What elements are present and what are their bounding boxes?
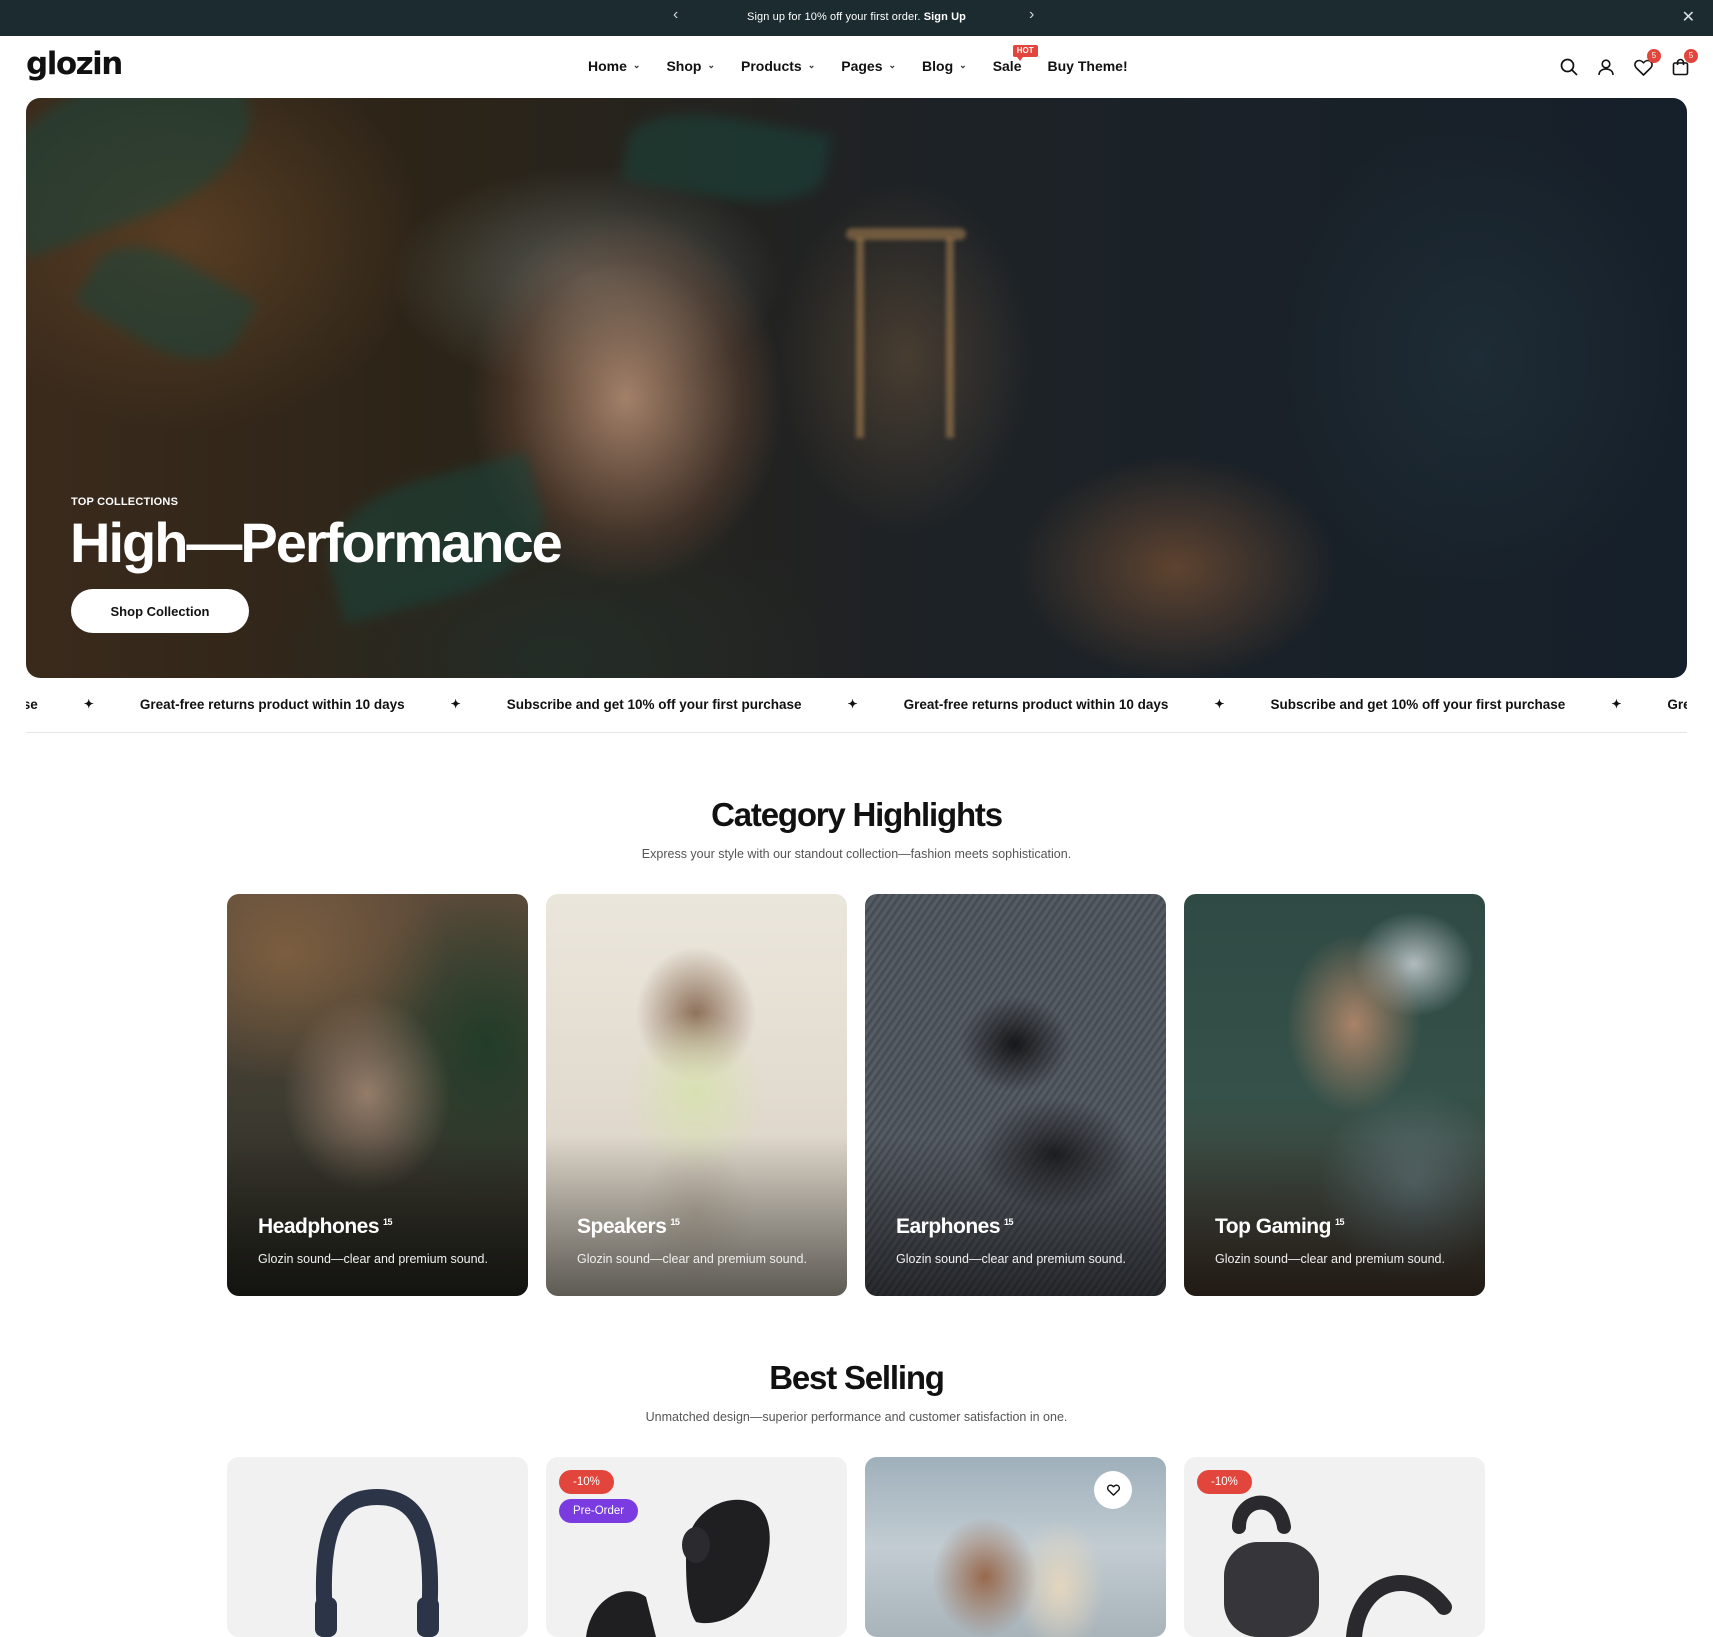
category-section-title: Category Highlights bbox=[711, 796, 1003, 833]
category-description: Glozin sound—clear and premium sound. bbox=[577, 1252, 807, 1266]
wishlist-icon[interactable]: 5 bbox=[1632, 49, 1661, 78]
product-card[interactable]: -10% Pre-Order bbox=[546, 1457, 847, 1637]
star-separator-icon: ✦ bbox=[450, 697, 461, 711]
site-header: glozin Home ⌄ Shop ⌄ Products ⌄ Pages ⌄ Blog… bbox=[0, 36, 1713, 98]
chevron-down-icon: ⌄ bbox=[807, 59, 816, 70]
category-count: 15 bbox=[1334, 1217, 1345, 1227]
preorder-badge: Pre-Order bbox=[559, 1499, 639, 1523]
category-card-earphones[interactable]: Earphones 15 Glozin sound—clear and premi… bbox=[865, 894, 1166, 1296]
nav-label: Shop bbox=[666, 58, 702, 74]
search-icon[interactable] bbox=[1558, 56, 1580, 78]
marquee-item: Subscribe and get 10% off your first pur… bbox=[506, 697, 802, 712]
category-description: Glozin sound—clear and premium sound. bbox=[258, 1252, 488, 1266]
category-name: Speakers 15 bbox=[577, 1215, 680, 1239]
marquee-item: Great-free returns product within 10 day… bbox=[139, 697, 405, 712]
discount-badge: -10% bbox=[559, 1470, 614, 1494]
nav-item-blog[interactable]: Blog ⌄ bbox=[922, 58, 967, 74]
nav-label: Blog bbox=[922, 58, 954, 74]
category-name: Headphones 15 bbox=[258, 1215, 393, 1239]
hot-badge: HOT bbox=[1012, 45, 1038, 61]
product-card[interactable]: -10% bbox=[1184, 1457, 1485, 1637]
announcement-next-button[interactable]: › bbox=[1029, 6, 1034, 24]
shop-collection-button[interactable]: Shop Collection bbox=[71, 589, 249, 633]
main-nav: Home ⌄ Shop ⌄ Products ⌄ Pages ⌄ Blog ⌄ Sale H… bbox=[588, 45, 1154, 74]
marquee-item: Grea bbox=[1667, 697, 1687, 712]
product-card[interactable] bbox=[865, 1457, 1166, 1637]
category-card-top-gaming[interactable]: Top Gaming 15 Glozin sound—clear and prem… bbox=[1184, 894, 1485, 1296]
category-count: 15 bbox=[383, 1217, 393, 1227]
category-section-subtitle: Express your style with our standout col… bbox=[641, 847, 1072, 861]
wishlist-count-badge: 5 bbox=[1647, 49, 1661, 63]
category-name: Earphones 15 bbox=[896, 1215, 1014, 1239]
nav-item-home[interactable]: Home ⌄ bbox=[588, 58, 640, 74]
category-name-text: Speakers bbox=[577, 1215, 667, 1238]
hero-eyebrow: TOP COLLECTIONS bbox=[71, 496, 179, 508]
announcement-message: Sign up for 10% off your first order. Si… bbox=[0, 11, 1713, 23]
signup-link[interactable]: Sign Up bbox=[924, 11, 966, 23]
best-selling-subtitle: Unmatched design—superior performance an… bbox=[645, 1410, 1068, 1424]
category-count: 15 bbox=[670, 1217, 680, 1227]
nav-item-products[interactable]: Products ⌄ bbox=[741, 58, 815, 74]
category-name-text: Headphones bbox=[258, 1215, 380, 1238]
stool-decoration bbox=[946, 238, 954, 438]
category-count: 15 bbox=[1004, 1217, 1014, 1227]
heart-icon[interactable] bbox=[1094, 1471, 1132, 1509]
product-card[interactable] bbox=[227, 1457, 528, 1637]
nav-item-shop[interactable]: Shop ⌄ bbox=[666, 58, 715, 74]
category-description: Glozin sound—clear and premium sound. bbox=[1215, 1252, 1445, 1266]
hero-banner: TOP COLLECTIONS High—Performance Shop Co… bbox=[26, 98, 1687, 678]
category-card-headphones[interactable]: Headphones 15 Glozin sound—clear and prem… bbox=[227, 894, 528, 1296]
announcement-text: Sign up for 10% off your first order. bbox=[747, 11, 921, 23]
cart-count-badge: 5 bbox=[1684, 49, 1698, 63]
nav-item-buy-theme[interactable]: Buy Theme! bbox=[1048, 58, 1128, 74]
marquee-track: urchase ✦ Great-free returns product wit… bbox=[26, 697, 1687, 712]
cart-icon[interactable]: 5 bbox=[1669, 49, 1698, 78]
nav-label: Products bbox=[741, 58, 802, 74]
chevron-down-icon: ⌄ bbox=[707, 59, 715, 70]
category-description: Glozin sound—clear and premium sound. bbox=[896, 1252, 1126, 1266]
leaf-decoration bbox=[26, 98, 273, 259]
star-separator-icon: ✦ bbox=[83, 697, 94, 711]
account-icon[interactable] bbox=[1595, 56, 1617, 78]
star-separator-icon: ✦ bbox=[1214, 697, 1225, 711]
nav-label: Pages bbox=[841, 58, 883, 74]
leaf-decoration bbox=[74, 224, 258, 382]
stool-decoration bbox=[856, 238, 864, 438]
category-name-text: Earphones bbox=[896, 1215, 1001, 1238]
leaf-decoration bbox=[620, 101, 832, 215]
chevron-down-icon: ⌄ bbox=[632, 59, 641, 70]
header-actions: 5 5 bbox=[1543, 49, 1698, 78]
announcement-close-button[interactable]: ✕ bbox=[1682, 7, 1695, 27]
nav-item-sale[interactable]: Sale HOT bbox=[993, 45, 1038, 74]
headphones-product-image bbox=[315, 1488, 439, 1637]
category-name-text: Top Gaming bbox=[1215, 1215, 1331, 1238]
best-selling-title: Best Selling bbox=[769, 1359, 945, 1396]
announcement-bar: ‹ Sign up for 10% off your first order. … bbox=[0, 0, 1713, 36]
chevron-down-icon: ⌄ bbox=[888, 59, 897, 70]
category-card-speakers[interactable]: Speakers 15 Glozin sound—clear and premiu… bbox=[546, 894, 847, 1296]
nav-label: Home bbox=[588, 58, 627, 74]
chevron-down-icon: ⌄ bbox=[959, 59, 967, 70]
discount-badge: -10% bbox=[1197, 1470, 1252, 1494]
nav-item-pages[interactable]: Pages ⌄ bbox=[841, 58, 896, 74]
logo[interactable]: glozin bbox=[26, 46, 123, 82]
category-name: Top Gaming 15 bbox=[1215, 1215, 1344, 1239]
marquee-item: Subscribe and get 10% off your first pur… bbox=[1270, 697, 1566, 712]
star-separator-icon: ✦ bbox=[847, 697, 858, 711]
marquee-item: urchase bbox=[26, 697, 38, 712]
promo-marquee: urchase ✦ Great-free returns product wit… bbox=[26, 678, 1687, 733]
nav-label: Buy Theme! bbox=[1047, 58, 1128, 74]
star-separator-icon: ✦ bbox=[1611, 697, 1622, 711]
hero-title: High—Performance bbox=[70, 511, 563, 574]
marquee-item: Great-free returns product within 10 day… bbox=[903, 697, 1169, 712]
